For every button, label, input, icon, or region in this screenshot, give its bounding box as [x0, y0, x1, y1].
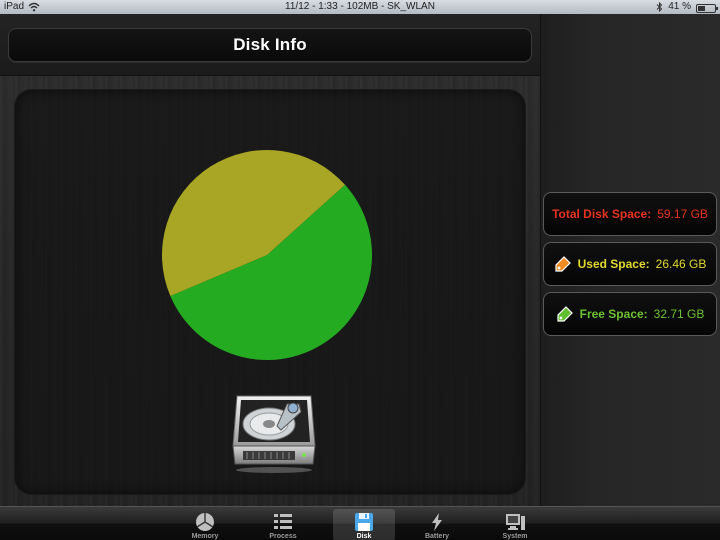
- total-disk-space-box: Total Disk Space: 59.17 GB: [543, 192, 717, 236]
- pie-icon: [196, 513, 214, 531]
- tab-memory[interactable]: Memory: [174, 509, 236, 540]
- tab-disk[interactable]: Disk: [333, 509, 395, 540]
- total-disk-space-label: Total Disk Space:: [552, 207, 652, 221]
- tab-system[interactable]: System: [484, 509, 546, 540]
- tab-disk-label: Disk: [356, 533, 372, 540]
- tab-process-label: Process: [269, 533, 297, 540]
- computer-icon: [506, 514, 525, 530]
- tab-process[interactable]: Process: [252, 509, 314, 540]
- page-title: Disk Info: [233, 35, 307, 54]
- hard-drive-icon: [232, 395, 316, 473]
- tab-system-label: System: [502, 533, 528, 540]
- used-space-box: Used Space: 26.46 GB: [543, 242, 717, 286]
- status-center-text: 11/12 - 1:33 - 102MB - SK_WLAN: [285, 1, 435, 12]
- total-disk-space-value: 59.17 GB: [657, 207, 708, 221]
- tab-memory-label: Memory: [191, 533, 219, 540]
- floppy-disk-icon: [355, 513, 373, 531]
- battery-percent: 41 %: [668, 1, 691, 12]
- free-space-value: 32.71 GB: [653, 307, 705, 321]
- green-tag-icon: [557, 306, 573, 322]
- tab-battery[interactable]: Battery: [406, 509, 468, 540]
- used-space-value: 26.46 GB: [655, 257, 707, 271]
- status-bar: iPad 11/12 - 1:33 - 102MB - SK_WLAN 41 %: [0, 0, 720, 14]
- title-bar: Disk Info: [8, 28, 532, 62]
- used-space-label: Used Space:: [577, 257, 650, 271]
- tab-bar: Memory Process Disk Battery System: [0, 506, 720, 540]
- bluetooth-icon: [656, 2, 663, 12]
- free-space-label: Free Space:: [579, 307, 648, 321]
- list-icon: [274, 514, 292, 529]
- free-space-box: Free Space: 32.71 GB: [543, 292, 717, 336]
- tab-battery-label: Battery: [424, 533, 450, 540]
- orange-tag-icon: [555, 256, 571, 272]
- lightning-icon: [432, 513, 442, 531]
- disk-pie-chart: [161, 149, 372, 360]
- battery-icon: [696, 3, 718, 13]
